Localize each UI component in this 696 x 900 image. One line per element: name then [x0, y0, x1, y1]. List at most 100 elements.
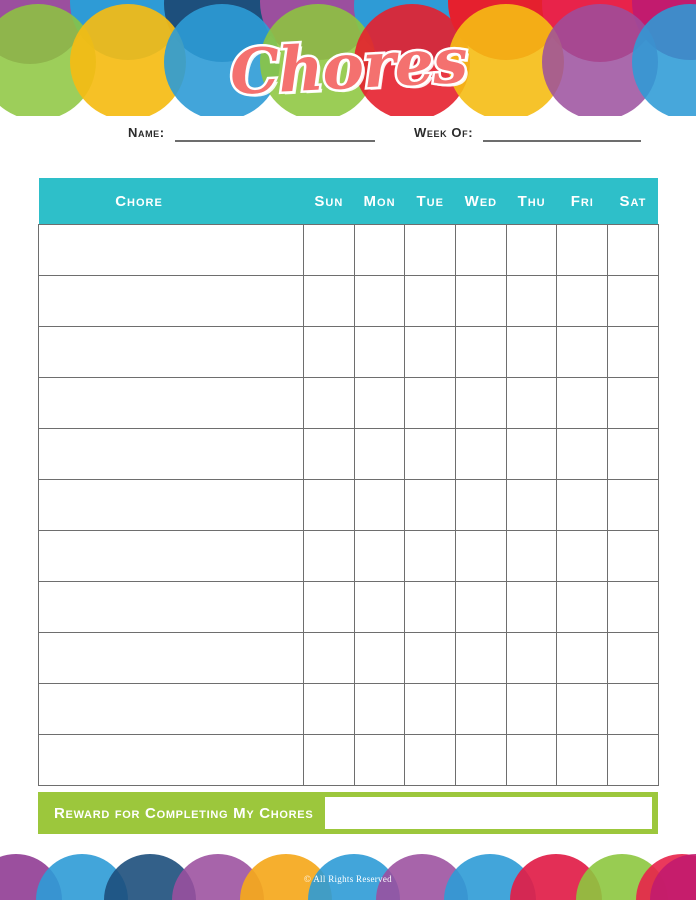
day-cell-thu[interactable] [505, 224, 558, 276]
chore-cell[interactable] [38, 275, 304, 327]
day-cell-thu[interactable] [505, 734, 558, 786]
chore-cell[interactable] [38, 479, 304, 531]
day-cell-sat[interactable] [607, 479, 659, 531]
day-cell-sun[interactable] [303, 275, 355, 327]
day-cell-sun[interactable] [303, 632, 355, 684]
day-cell-mon[interactable] [353, 377, 406, 429]
footer-circle-row [0, 854, 696, 900]
day-cell-wed[interactable] [455, 479, 507, 531]
table-row [38, 683, 659, 735]
reward-input[interactable] [325, 797, 652, 829]
day-cell-wed[interactable] [455, 734, 507, 786]
day-cell-sat[interactable] [607, 683, 659, 735]
day-cell-mon[interactable] [353, 683, 406, 735]
day-cell-thu[interactable] [505, 479, 558, 531]
day-cell-sat[interactable] [607, 581, 659, 633]
day-cell-fri[interactable] [556, 530, 609, 582]
chore-cell[interactable] [38, 377, 304, 429]
day-cell-mon[interactable] [353, 326, 406, 378]
day-cell-tue[interactable] [404, 632, 457, 684]
day-cell-thu[interactable] [505, 683, 558, 735]
day-cell-thu[interactable] [505, 275, 558, 327]
chore-cell[interactable] [38, 734, 304, 786]
column-header-wed: Wed [455, 178, 507, 225]
table-row [38, 224, 659, 276]
chore-cell[interactable] [38, 326, 304, 378]
day-cell-wed[interactable] [455, 377, 507, 429]
day-cell-tue[interactable] [404, 530, 457, 582]
table-row [38, 275, 659, 327]
day-cell-mon[interactable] [353, 275, 406, 327]
day-cell-sat[interactable] [607, 632, 659, 684]
day-cell-fri[interactable] [556, 377, 609, 429]
day-cell-sat[interactable] [607, 326, 659, 378]
day-cell-wed[interactable] [455, 581, 507, 633]
day-cell-tue[interactable] [404, 581, 457, 633]
day-cell-tue[interactable] [404, 326, 457, 378]
name-input[interactable] [174, 124, 375, 142]
chore-cell[interactable] [38, 224, 304, 276]
day-cell-wed[interactable] [455, 275, 507, 327]
day-cell-fri[interactable] [556, 326, 609, 378]
chore-cell[interactable] [38, 683, 304, 735]
day-cell-fri[interactable] [556, 224, 609, 276]
day-cell-mon[interactable] [353, 479, 406, 531]
day-cell-sun[interactable] [303, 530, 355, 582]
day-cell-thu[interactable] [505, 326, 558, 378]
day-cell-fri[interactable] [556, 275, 609, 327]
week-of-label: Week Of: [414, 125, 474, 140]
day-cell-sun[interactable] [303, 734, 355, 786]
week-of-input[interactable] [483, 124, 642, 142]
day-cell-sun[interactable] [303, 683, 355, 735]
day-cell-sun[interactable] [303, 428, 355, 480]
day-cell-tue[interactable] [404, 734, 457, 786]
day-cell-wed[interactable] [455, 683, 507, 735]
chore-cell[interactable] [38, 428, 304, 480]
day-cell-mon[interactable] [353, 632, 406, 684]
day-cell-sun[interactable] [303, 479, 355, 531]
day-cell-sun[interactable] [303, 224, 355, 276]
day-cell-tue[interactable] [404, 479, 457, 531]
day-cell-fri[interactable] [556, 428, 609, 480]
day-cell-tue[interactable] [404, 224, 457, 276]
table-row [38, 428, 659, 480]
day-cell-wed[interactable] [455, 224, 507, 276]
day-cell-tue[interactable] [404, 275, 457, 327]
day-cell-mon[interactable] [353, 224, 406, 276]
day-cell-fri[interactable] [556, 683, 609, 735]
chore-cell[interactable] [38, 581, 304, 633]
day-cell-sat[interactable] [607, 224, 659, 276]
day-cell-thu[interactable] [505, 632, 558, 684]
day-cell-thu[interactable] [505, 377, 558, 429]
day-cell-wed[interactable] [455, 428, 507, 480]
day-cell-fri[interactable] [556, 581, 609, 633]
day-cell-sun[interactable] [303, 326, 355, 378]
day-cell-wed[interactable] [455, 632, 507, 684]
day-cell-mon[interactable] [353, 734, 406, 786]
day-cell-sat[interactable] [607, 275, 659, 327]
day-cell-sun[interactable] [303, 377, 355, 429]
day-cell-tue[interactable] [404, 428, 457, 480]
day-cell-tue[interactable] [404, 377, 457, 429]
day-cell-mon[interactable] [353, 428, 406, 480]
table-row [38, 479, 659, 531]
day-cell-tue[interactable] [404, 683, 457, 735]
day-cell-mon[interactable] [353, 581, 406, 633]
day-cell-sat[interactable] [607, 734, 659, 786]
day-cell-fri[interactable] [556, 734, 609, 786]
chore-cell[interactable] [38, 632, 304, 684]
day-cell-wed[interactable] [455, 326, 507, 378]
table-header-row: Chore Sun Mon Tue Wed Thu Fri Sat [38, 178, 659, 225]
day-cell-thu[interactable] [505, 581, 558, 633]
day-cell-sat[interactable] [607, 428, 659, 480]
day-cell-sun[interactable] [303, 581, 355, 633]
day-cell-sat[interactable] [607, 377, 659, 429]
day-cell-sat[interactable] [607, 530, 659, 582]
day-cell-mon[interactable] [353, 530, 406, 582]
chore-cell[interactable] [38, 530, 304, 582]
day-cell-thu[interactable] [505, 530, 558, 582]
day-cell-fri[interactable] [556, 479, 609, 531]
day-cell-wed[interactable] [455, 530, 507, 582]
day-cell-thu[interactable] [505, 428, 558, 480]
day-cell-fri[interactable] [556, 632, 609, 684]
